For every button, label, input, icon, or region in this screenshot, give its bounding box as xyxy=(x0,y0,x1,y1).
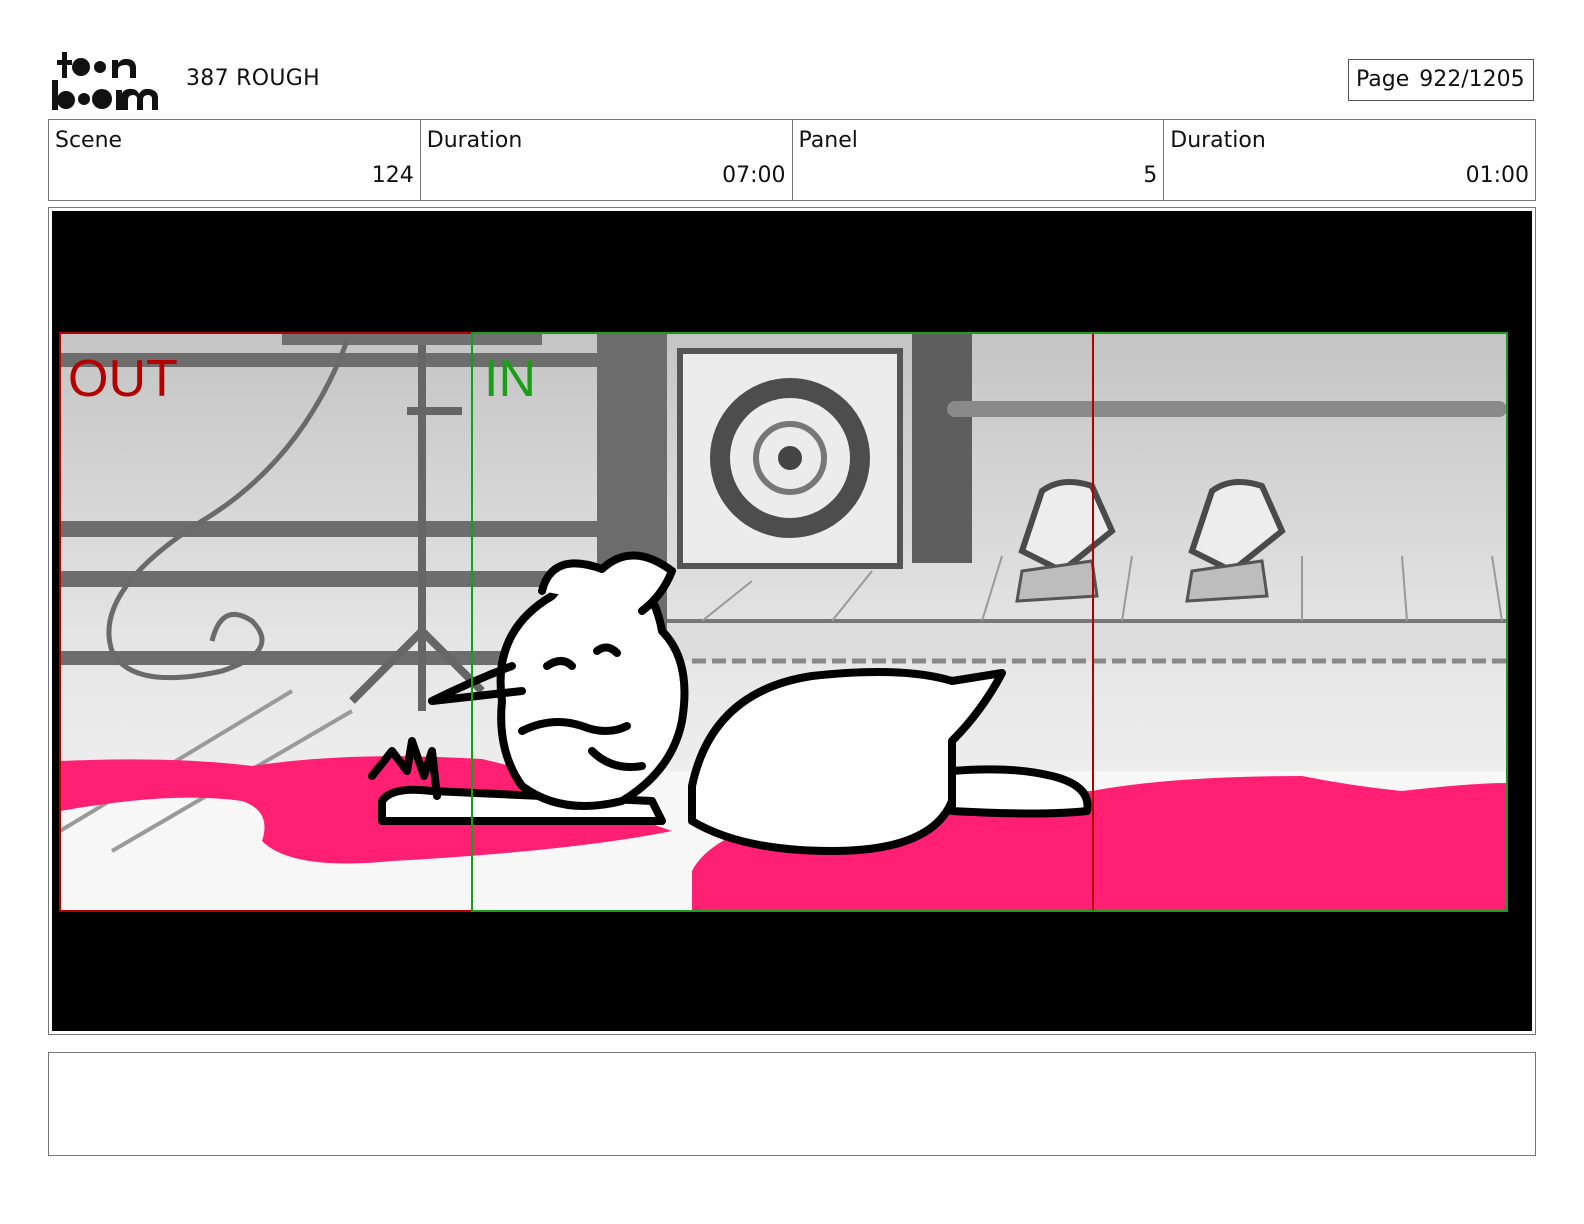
panel-duration-label: Duration xyxy=(1170,128,1266,153)
page-indicator: Page 922/1205 xyxy=(1348,59,1534,101)
storyboard-panel-image: OUT IN xyxy=(52,211,1532,1031)
panel-cell: Panel 5 xyxy=(791,120,1164,200)
in-marker-label: IN xyxy=(484,350,536,408)
scene-duration-value: 07:00 xyxy=(722,163,786,188)
toon-boom-logo xyxy=(52,52,158,110)
panel-duration-cell: Duration 01:00 xyxy=(1163,120,1535,200)
scene-value: 124 xyxy=(371,163,414,188)
panel-value: 5 xyxy=(1143,163,1158,188)
panel-duration-value: 01:00 xyxy=(1465,163,1529,188)
panel-notes-box[interactable] xyxy=(48,1052,1536,1156)
scene-cell: Scene 124 xyxy=(49,120,420,200)
storyboard-panel-frame: OUT IN xyxy=(48,207,1536,1035)
scene-label: Scene xyxy=(55,128,123,153)
panel-label: Panel xyxy=(798,128,858,153)
page-label: Page xyxy=(1356,67,1410,92)
scene-duration-cell: Duration 07:00 xyxy=(419,120,792,200)
panel-info-table: Scene 124 Duration 07:00 Panel 5 Duratio… xyxy=(48,119,1536,201)
project-title: 387 ROUGH xyxy=(186,66,320,91)
scene-duration-label: Duration xyxy=(426,128,523,153)
page-number: 922/1205 xyxy=(1419,67,1525,92)
out-marker-label: OUT xyxy=(68,350,178,408)
